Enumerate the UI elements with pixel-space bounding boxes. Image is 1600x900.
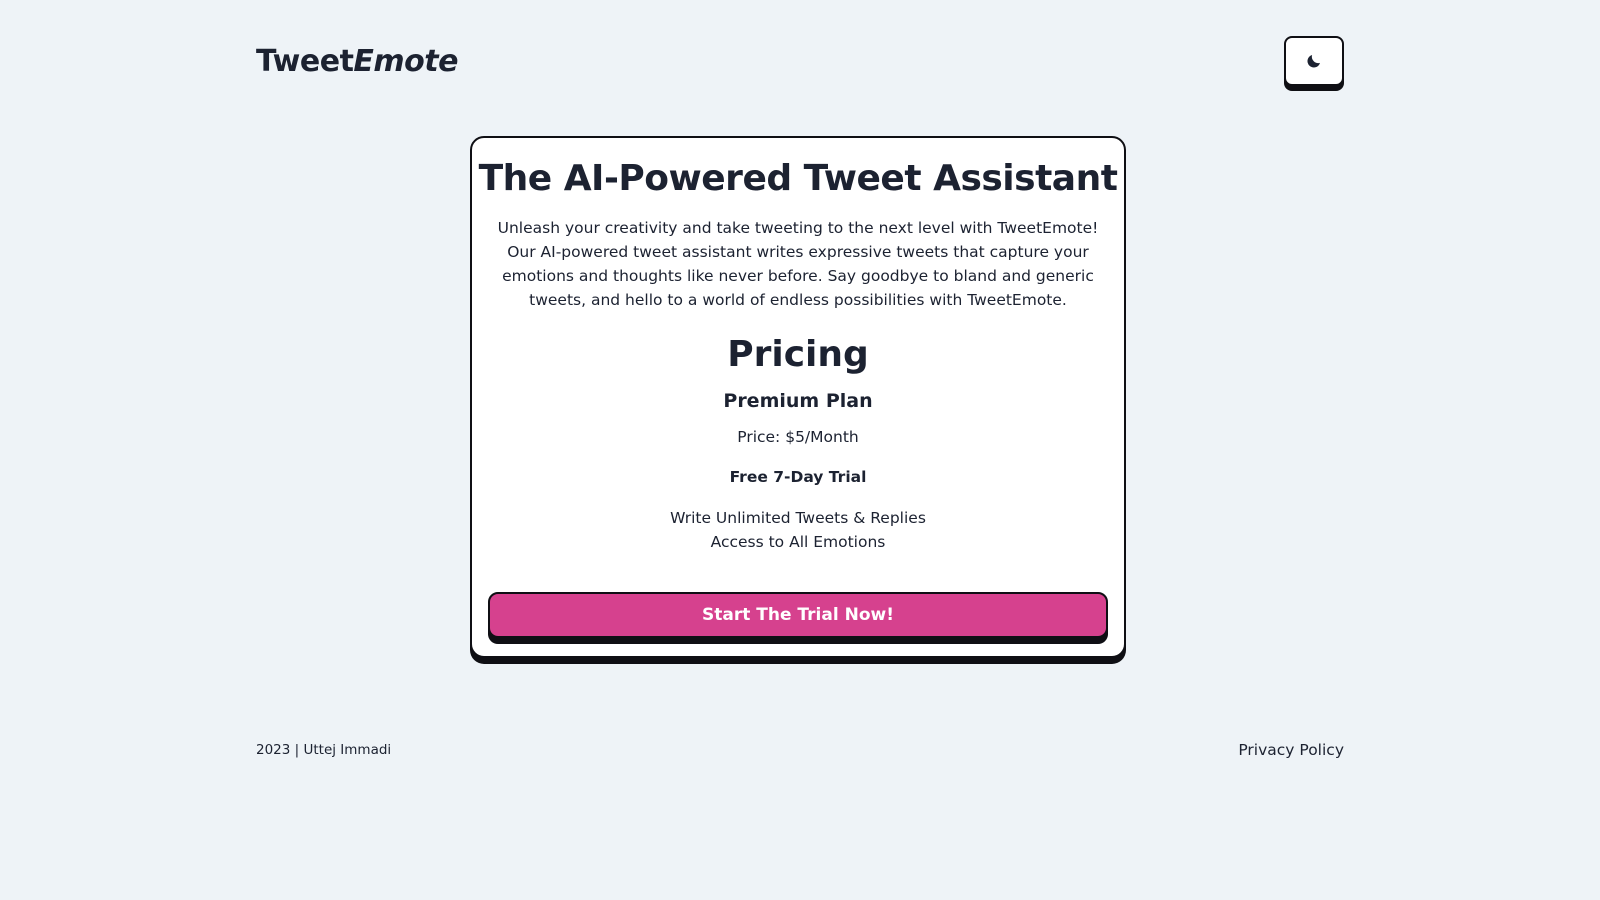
logo-accent: Emote [353, 44, 458, 79]
moon-icon [1307, 55, 1320, 68]
footer-copyright: 2023 | Uttej Immadi [256, 742, 392, 758]
logo-primary: Tweet [256, 44, 354, 79]
trial-badge: Free 7-Day Trial [729, 468, 867, 486]
feature-item: Write Unlimited Tweets & Replies [670, 509, 926, 527]
privacy-policy-link[interactable]: Privacy Policy [1238, 741, 1344, 759]
feature-list: Write Unlimited Tweets & Replies Access … [472, 506, 1124, 554]
description: Unleash your creativity and take tweetin… [497, 219, 1099, 309]
theme-toggle-button[interactable] [1284, 36, 1344, 86]
page-title: The AI-Powered Tweet Assistant [478, 158, 1118, 199]
pricing-heading: Pricing [727, 334, 869, 375]
feature-item: Access to All Emotions [710, 533, 886, 551]
logo[interactable]: TweetEmote [256, 44, 458, 79]
site-header: TweetEmote [256, 36, 1344, 90]
plan-name: Premium Plan [723, 390, 873, 412]
pricing-card: The AI-Powered Tweet Assistant Unleash y… [470, 136, 1126, 658]
plan-price: Price: $5/Month [737, 428, 859, 446]
start-trial-button[interactable]: Start The Trial Now! [488, 592, 1108, 638]
